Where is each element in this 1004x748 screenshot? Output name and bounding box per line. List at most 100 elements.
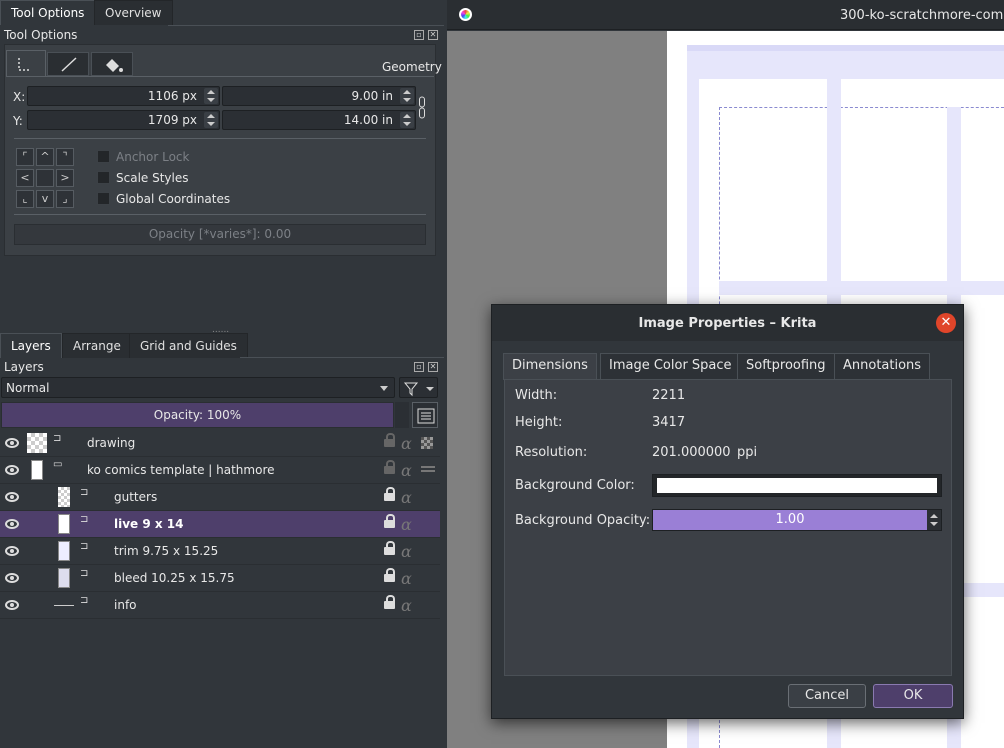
x-in-input[interactable]: 9.00 in bbox=[222, 86, 416, 106]
tab-tool-options[interactable]: Tool Options bbox=[0, 0, 96, 25]
eye-icon[interactable] bbox=[5, 492, 19, 502]
anchor-top-right-icon[interactable]: ⌝ bbox=[56, 148, 74, 166]
background-opacity-slider[interactable]: 1.00 bbox=[652, 509, 942, 531]
height-value: 3417 bbox=[652, 415, 686, 430]
line-icon bbox=[61, 57, 77, 72]
ok-button[interactable]: OK bbox=[873, 684, 953, 708]
anchor-bottom-left-icon[interactable]: ⌞ bbox=[16, 190, 34, 208]
y-label: Y: bbox=[13, 114, 23, 128]
lock-icon[interactable] bbox=[384, 487, 395, 502]
anchor-lock-checkbox[interactable] bbox=[97, 150, 110, 163]
layer-row[interactable]: ⊐ trim 9.75 x 15.25 α bbox=[0, 538, 440, 565]
layer-thumbnail bbox=[58, 487, 70, 507]
alpha-lock-icon[interactable]: α bbox=[401, 542, 412, 561]
anchor-top-left-icon[interactable]: ⌜ bbox=[16, 148, 34, 166]
lock-icon[interactable] bbox=[384, 541, 395, 556]
eye-icon[interactable] bbox=[5, 519, 19, 529]
close-icon[interactable]: ✕ bbox=[428, 362, 438, 372]
width-label: Width: bbox=[515, 388, 558, 403]
alpha-lock-icon[interactable]: α bbox=[401, 434, 412, 453]
float-icon[interactable]: ▫ bbox=[414, 362, 424, 372]
vector-layer-icon: ⊐ bbox=[80, 487, 89, 498]
vector-layer-icon: ⊐ bbox=[53, 433, 62, 444]
tab-grid-and-guides[interactable]: Grid and Guides bbox=[129, 333, 248, 358]
tab-softproofing[interactable]: Softproofing bbox=[737, 353, 835, 379]
passthrough-icon[interactable] bbox=[421, 466, 435, 472]
spin-arrows-icon[interactable] bbox=[400, 88, 414, 104]
tab-annotations[interactable]: Annotations bbox=[834, 353, 931, 379]
resolution-value: 201.000000 bbox=[652, 445, 731, 460]
layer-thumbnail bbox=[54, 605, 74, 606]
layer-name: trim 9.75 x 15.25 bbox=[114, 544, 219, 558]
x-in-value: 9.00 in bbox=[351, 89, 393, 103]
tab-fill-tool[interactable] bbox=[91, 52, 133, 76]
resolution-unit: ppi bbox=[737, 445, 758, 460]
close-icon[interactable]: ✕ bbox=[428, 30, 438, 40]
chevron-down-icon bbox=[380, 386, 388, 391]
resolution-label: Resolution: bbox=[515, 445, 588, 460]
eye-icon[interactable] bbox=[5, 465, 19, 475]
tab-arrange[interactable]: Arrange bbox=[62, 333, 132, 358]
chain-link-icon[interactable] bbox=[419, 96, 425, 120]
layer-row[interactable]: ⊐ drawing α bbox=[0, 430, 440, 457]
inherit-alpha-icon[interactable] bbox=[421, 437, 433, 449]
x-px-input[interactable]: 1106 px bbox=[27, 86, 220, 106]
scale-styles-checkbox[interactable] bbox=[97, 171, 110, 184]
spin-arrows-icon[interactable] bbox=[204, 112, 218, 128]
alpha-lock-icon[interactable]: α bbox=[401, 596, 412, 615]
y-in-input[interactable]: 14.00 in bbox=[222, 110, 416, 130]
layer-properties-button[interactable] bbox=[412, 402, 438, 428]
background-color-button[interactable] bbox=[652, 474, 942, 497]
float-icon[interactable]: ▫ bbox=[414, 30, 424, 40]
geometry-label: Geometry bbox=[382, 60, 442, 74]
lock-icon[interactable] bbox=[384, 433, 395, 448]
tab-image-color-space[interactable]: Image Color Space bbox=[600, 353, 741, 379]
tab-overview[interactable]: Overview bbox=[94, 0, 173, 25]
layer-opacity-spin[interactable] bbox=[395, 402, 409, 428]
layer-row[interactable]: ⊐ bleed 10.25 x 15.75 α bbox=[0, 565, 440, 592]
vector-layer-icon: ⊐ bbox=[80, 514, 89, 525]
anchor-bottom-icon[interactable]: v bbox=[36, 190, 54, 208]
lock-icon[interactable] bbox=[384, 568, 395, 583]
paint-bucket-icon bbox=[106, 59, 123, 72]
alpha-lock-icon[interactable]: α bbox=[401, 569, 412, 588]
tab-dimensions[interactable]: Dimensions bbox=[503, 353, 597, 380]
tab-transform-tool[interactable] bbox=[6, 50, 46, 76]
alpha-lock-icon[interactable]: α bbox=[401, 515, 412, 534]
layer-row[interactable]: ⊐ info α bbox=[0, 592, 440, 619]
spin-arrows-icon[interactable] bbox=[204, 88, 218, 104]
layer-name: live 9 x 14 bbox=[114, 517, 184, 531]
anchor-top-icon[interactable]: ^ bbox=[36, 148, 54, 166]
layer-row-selected[interactable]: ⊐ live 9 x 14 α bbox=[0, 511, 440, 538]
layer-thumbnail bbox=[58, 568, 70, 588]
eye-icon[interactable] bbox=[5, 546, 19, 556]
eye-icon[interactable] bbox=[5, 573, 19, 583]
lock-icon[interactable] bbox=[384, 460, 395, 475]
layer-opacity-slider[interactable]: Opacity: 100% bbox=[1, 402, 394, 428]
spin-arrows-icon[interactable] bbox=[400, 112, 414, 128]
tab-layers[interactable]: Layers bbox=[0, 333, 62, 358]
alpha-lock-icon[interactable]: α bbox=[401, 488, 412, 507]
y-px-input[interactable]: 1709 px bbox=[27, 110, 220, 130]
lock-icon[interactable] bbox=[384, 595, 395, 610]
anchor-bottom-right-icon[interactable]: ⌟ bbox=[56, 190, 74, 208]
anchor-center-icon[interactable] bbox=[36, 169, 54, 187]
blend-mode-select[interactable]: Normal bbox=[1, 377, 395, 398]
eye-icon[interactable] bbox=[5, 438, 19, 448]
layer-row[interactable]: ⊐ gutters α bbox=[0, 484, 440, 511]
spin-arrows-icon[interactable] bbox=[927, 510, 941, 530]
eye-icon[interactable] bbox=[5, 600, 19, 610]
layer-filter-button[interactable] bbox=[399, 377, 438, 398]
layer-row[interactable]: ▭ ko comics template | hathmore α bbox=[0, 457, 440, 484]
alpha-lock-icon[interactable]: α bbox=[401, 461, 412, 480]
anchor-right-icon[interactable]: > bbox=[56, 169, 74, 187]
tab-line-tool[interactable] bbox=[47, 52, 89, 76]
x-px-value: 1106 px bbox=[147, 89, 197, 103]
lock-icon[interactable] bbox=[384, 514, 395, 529]
global-coordinates-checkbox[interactable] bbox=[97, 192, 110, 205]
anchor-left-icon[interactable]: < bbox=[16, 169, 34, 187]
close-icon[interactable]: ✕ bbox=[936, 313, 956, 333]
cancel-button[interactable]: Cancel bbox=[788, 684, 866, 708]
opacity-slider[interactable]: Opacity [*varies*]: 0.00 bbox=[14, 224, 426, 245]
filter-icon bbox=[403, 382, 434, 397]
